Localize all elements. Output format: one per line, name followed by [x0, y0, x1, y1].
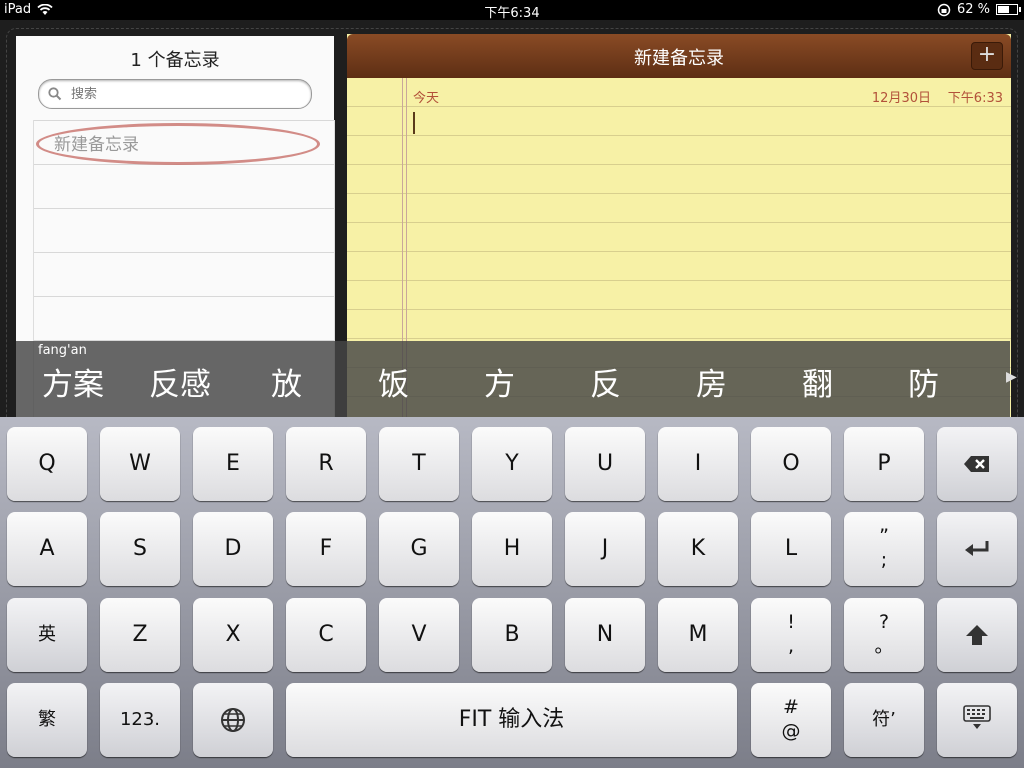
shift-key[interactable] — [937, 598, 1017, 672]
candidate-word[interactable]: 反感 — [149, 359, 211, 404]
key-y[interactable]: Y — [472, 427, 552, 501]
note-time: 下午6:33 — [947, 91, 1003, 106]
key-m[interactable]: M — [658, 598, 738, 672]
search-icon — [48, 87, 62, 101]
delete-key[interactable] — [937, 427, 1017, 501]
candidate-word[interactable]: 房 — [696, 359, 727, 404]
list-row-empty — [34, 209, 334, 253]
key-f[interactable]: F — [286, 512, 366, 586]
key-o[interactable]: O — [751, 427, 831, 501]
shift-arrow-icon — [966, 625, 988, 645]
battery-percent: 62 % — [956, 2, 990, 17]
key-r[interactable]: R — [286, 427, 366, 501]
key-exclaim-comma[interactable]: ! , — [751, 598, 831, 672]
globe-key[interactable] — [193, 683, 273, 757]
key-c[interactable]: C — [286, 598, 366, 672]
note-date: 12月30日 — [871, 91, 931, 106]
keyboard: Q W E R T Y U I O P A S D F G H J K L ” … — [0, 417, 1024, 768]
search-input[interactable] — [69, 83, 303, 105]
candidate-word[interactable]: 方 — [484, 359, 515, 404]
key-k[interactable]: K — [658, 512, 738, 586]
list-row-empty — [34, 165, 334, 209]
key-w[interactable]: W — [100, 427, 180, 501]
key-a[interactable]: A — [7, 512, 87, 586]
key-quote-semicolon[interactable]: ” ; — [844, 512, 924, 586]
candidate-word[interactable]: 放 — [271, 359, 302, 404]
list-item[interactable]: 新建备忘录 — [34, 120, 334, 165]
space-key[interactable]: FIT 输入法 — [286, 683, 737, 757]
search-field[interactable] — [38, 79, 312, 109]
key-q[interactable]: Q — [7, 427, 87, 501]
hide-keyboard-icon — [963, 705, 991, 729]
note-header: 新建备忘录 + — [347, 34, 1011, 78]
key-s[interactable]: S — [100, 512, 180, 586]
note-today-label: 今天 — [413, 91, 440, 106]
candidate-word[interactable]: 方案 — [42, 359, 104, 404]
key-b[interactable]: B — [472, 598, 552, 672]
key-p[interactable]: P — [844, 427, 924, 501]
candidate-word[interactable]: 饭 — [378, 359, 409, 404]
rotation-lock-icon — [937, 3, 951, 16]
symbol-key[interactable]: 符’ — [844, 683, 924, 757]
key-l[interactable]: L — [751, 512, 831, 586]
key-v[interactable]: V — [379, 598, 459, 672]
return-key[interactable] — [937, 512, 1017, 586]
battery-icon — [996, 4, 1021, 15]
key-n[interactable]: N — [565, 598, 645, 672]
return-icon — [965, 541, 989, 556]
more-candidates-icon[interactable]: ▶ — [1006, 369, 1020, 385]
selection-circle — [36, 123, 320, 165]
note-title: 新建备忘录 — [634, 48, 724, 69]
list-row-empty — [34, 297, 334, 341]
backspace-icon — [964, 456, 989, 472]
status-bar: iPad 下午6:34 62 % — [0, 0, 1024, 21]
hide-keyboard-key[interactable] — [937, 683, 1017, 757]
key-e[interactable]: E — [193, 427, 273, 501]
text-cursor — [413, 112, 415, 134]
candidate-word[interactable]: 翻 — [802, 359, 833, 404]
key-u[interactable]: U — [565, 427, 645, 501]
key-z[interactable]: Z — [100, 598, 180, 672]
key-i[interactable]: I — [658, 427, 738, 501]
key-question-period[interactable]: ? 。 — [844, 598, 924, 672]
numbers-key[interactable]: 123. — [100, 683, 180, 757]
candidate-bar: fang'an 方案 反感 放 饭 方 反 房 翻 防 ▶ — [16, 341, 1017, 417]
key-d[interactable]: D — [193, 512, 273, 586]
key-t[interactable]: T — [379, 427, 459, 501]
key-x[interactable]: X — [193, 598, 273, 672]
add-note-button[interactable]: + — [971, 42, 1003, 70]
key-hash-at[interactable]: # @ — [751, 683, 831, 757]
key-j[interactable]: J — [565, 512, 645, 586]
candidate-word[interactable]: 反 — [590, 359, 621, 404]
english-key[interactable]: 英 — [7, 598, 87, 672]
candidate-word[interactable]: 防 — [908, 359, 939, 404]
pinyin-composition: fang'an — [38, 343, 87, 358]
globe-icon — [221, 708, 245, 732]
key-h[interactable]: H — [472, 512, 552, 586]
notes-count: 1 个备忘录 — [130, 50, 220, 71]
key-g[interactable]: G — [379, 512, 459, 586]
status-time: 下午6:34 — [484, 6, 540, 21]
list-row-empty — [34, 253, 334, 297]
traditional-key[interactable]: 繁 — [7, 683, 87, 757]
